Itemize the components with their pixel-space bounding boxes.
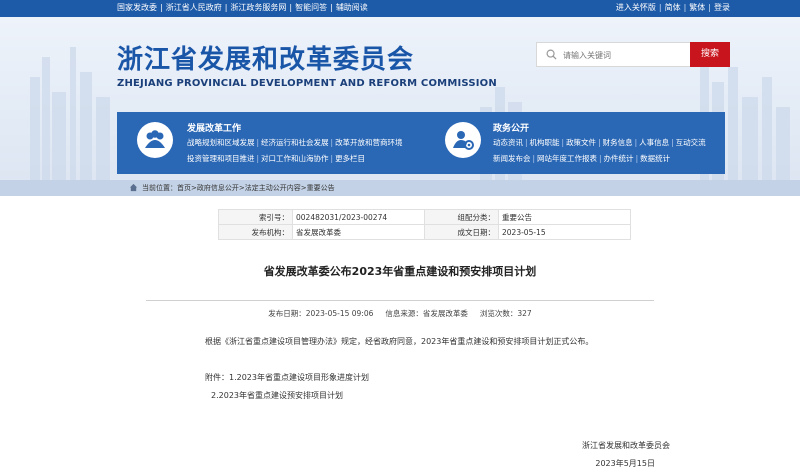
- nav-link[interactable]: 更多栏目: [335, 154, 365, 163]
- link-traditional[interactable]: 繁体: [689, 3, 705, 12]
- article-paragraph: 根据《浙江省重点建设项目管理办法》规定，经省政府同意，2023年省重点建设和预安…: [205, 337, 594, 346]
- publisher-value: 省发展改革委: [292, 224, 425, 240]
- signature: 浙江省发展和改革委员会: [582, 441, 670, 450]
- date-value: 2023-05-15: [498, 224, 631, 240]
- search-box: 搜索: [536, 42, 730, 67]
- sign-date: 2023年5月15日: [595, 459, 655, 468]
- table-row: 索引号： 002482031/2023-00274 组配分类： 重要公告: [218, 209, 631, 225]
- link-ndrc[interactable]: 国家发改委: [117, 3, 157, 12]
- nav-link[interactable]: 动态资讯: [493, 138, 523, 147]
- nav-row2-reform: 投资管理和项目推进 | 对口工作和山海协作 | 更多栏目: [187, 154, 366, 163]
- link-assist-read[interactable]: 辅助阅读: [336, 3, 368, 12]
- nav-link[interactable]: 政策文件: [566, 138, 596, 147]
- nav-block-opengov: 政务公开 动态资讯 | 机构职能 | 政策文件 | 财务信息 | 人事信息 | 互动交流 新闻发布会…: [429, 112, 725, 174]
- article-info: 发布日期：2023-05-15 09:06 信息来源：省发展改革委 浏览次数：327: [0, 308, 800, 319]
- nav-link[interactable]: 投资管理和项目推进: [187, 154, 255, 163]
- category-value: 重要公告: [498, 209, 631, 225]
- site-title[interactable]: 浙江省发展和改革委员会: [117, 39, 414, 76]
- publisher-label: 发布机构：: [218, 224, 293, 240]
- divider: [146, 300, 654, 301]
- site-title-en: ZHEJIANG PROVINCIAL DEVELOPMENT AND REFO…: [117, 78, 497, 89]
- nav-link[interactable]: 互动交流: [676, 138, 706, 147]
- top-bar: 国家发改委 | 浙江省人民政府 | 浙江政务服务网 | 智能问答 | 辅助阅读 进入关怀版 | 简体…: [0, 0, 800, 17]
- link-simplified[interactable]: 简体: [665, 3, 681, 12]
- top-right-links: 进入关怀版 | 简体 | 繁体 | 登录: [615, 3, 730, 12]
- nav-title-reform[interactable]: 发展改革工作: [187, 121, 241, 134]
- link-login[interactable]: 登录: [714, 3, 730, 12]
- date-label: 成文日期：: [424, 224, 499, 240]
- view-count: 浏览次数：327: [479, 309, 532, 318]
- link-smart-qa[interactable]: 智能问答: [295, 3, 327, 12]
- nav-link[interactable]: 战略规划和区域发展: [187, 138, 255, 147]
- nav-title-opengov[interactable]: 政务公开: [493, 121, 529, 134]
- nav-link[interactable]: 网站年度工作报表: [537, 154, 597, 163]
- nav-link[interactable]: 财务信息: [603, 138, 633, 147]
- user-settings-icon: [445, 122, 481, 158]
- home-icon: [129, 183, 138, 192]
- nav-row1-reform: 战略规划和区域发展 | 经济运行和社会发展 | 改革开放和营商环境: [187, 138, 403, 147]
- search-button[interactable]: 搜索: [690, 42, 730, 67]
- nav-link[interactable]: 机构职能: [530, 138, 560, 147]
- search-input[interactable]: [563, 47, 687, 63]
- meta-table: 索引号： 002482031/2023-00274 组配分类： 重要公告 发布机…: [218, 209, 631, 240]
- nav-link[interactable]: 办件统计: [604, 154, 634, 163]
- nav-row1-opengov: 动态资讯 | 机构职能 | 政策文件 | 财务信息 | 人事信息 | 互动交流: [493, 138, 706, 147]
- people-icon: [137, 122, 173, 158]
- breadcrumb: 当前位置：首页>政府信息公开>法定主动公开内容>重要公告: [0, 180, 800, 196]
- table-row: 发布机构： 省发展改革委 成文日期： 2023-05-15: [218, 224, 631, 240]
- top-links: 国家发改委 | 浙江省人民政府 | 浙江政务服务网 | 智能问答 | 辅助阅读: [117, 3, 368, 12]
- link-care-mode[interactable]: 进入关怀版: [616, 3, 656, 12]
- nav-block-reform: 发展改革工作 战略规划和区域发展 | 经济运行和社会发展 | 改革开放和营商环境 投资管…: [117, 112, 417, 174]
- attachment-link-2[interactable]: 2.2023年省重点建设预安排项目计划: [211, 390, 343, 401]
- nav-link[interactable]: 对口工作和山海协作: [261, 154, 329, 163]
- nav-row2-opengov: 新闻发布会 | 网站年度工作报表 | 办件统计 | 数据统计: [493, 154, 671, 163]
- category-label: 组配分类：: [424, 209, 499, 225]
- nav-link[interactable]: 数据统计: [640, 154, 670, 163]
- publish-date: 发布日期：2023-05-15 09:06: [268, 309, 374, 318]
- nav-link[interactable]: 经济运行和社会发展: [261, 138, 329, 147]
- index-label: 索引号：: [218, 209, 293, 225]
- link-zj-gov[interactable]: 浙江省人民政府: [166, 3, 222, 12]
- nav-link[interactable]: 人事信息: [639, 138, 669, 147]
- nav-link[interactable]: 新闻发布会: [493, 154, 531, 163]
- info-source: 信息来源：省发展改革委: [385, 309, 468, 318]
- nav-panel: 发展改革工作 战略规划和区域发展 | 经济运行和社会发展 | 改革开放和营商环境 投资管…: [117, 112, 725, 174]
- index-value: 002482031/2023-00274: [292, 209, 425, 225]
- nav-link[interactable]: 改革开放和营商环境: [335, 138, 403, 147]
- article-title: 省发展改革委公布2023年省重点建设和预安排项目计划: [263, 265, 537, 278]
- link-zj-service[interactable]: 浙江政务服务网: [230, 3, 286, 12]
- search-icon: [546, 49, 557, 60]
- breadcrumb-text[interactable]: 当前位置：首页>政府信息公开>法定主动公开内容>重要公告: [142, 183, 335, 193]
- attachment-link-1[interactable]: 附件：1.2023年省重点建设项目形象进度计划: [205, 372, 369, 383]
